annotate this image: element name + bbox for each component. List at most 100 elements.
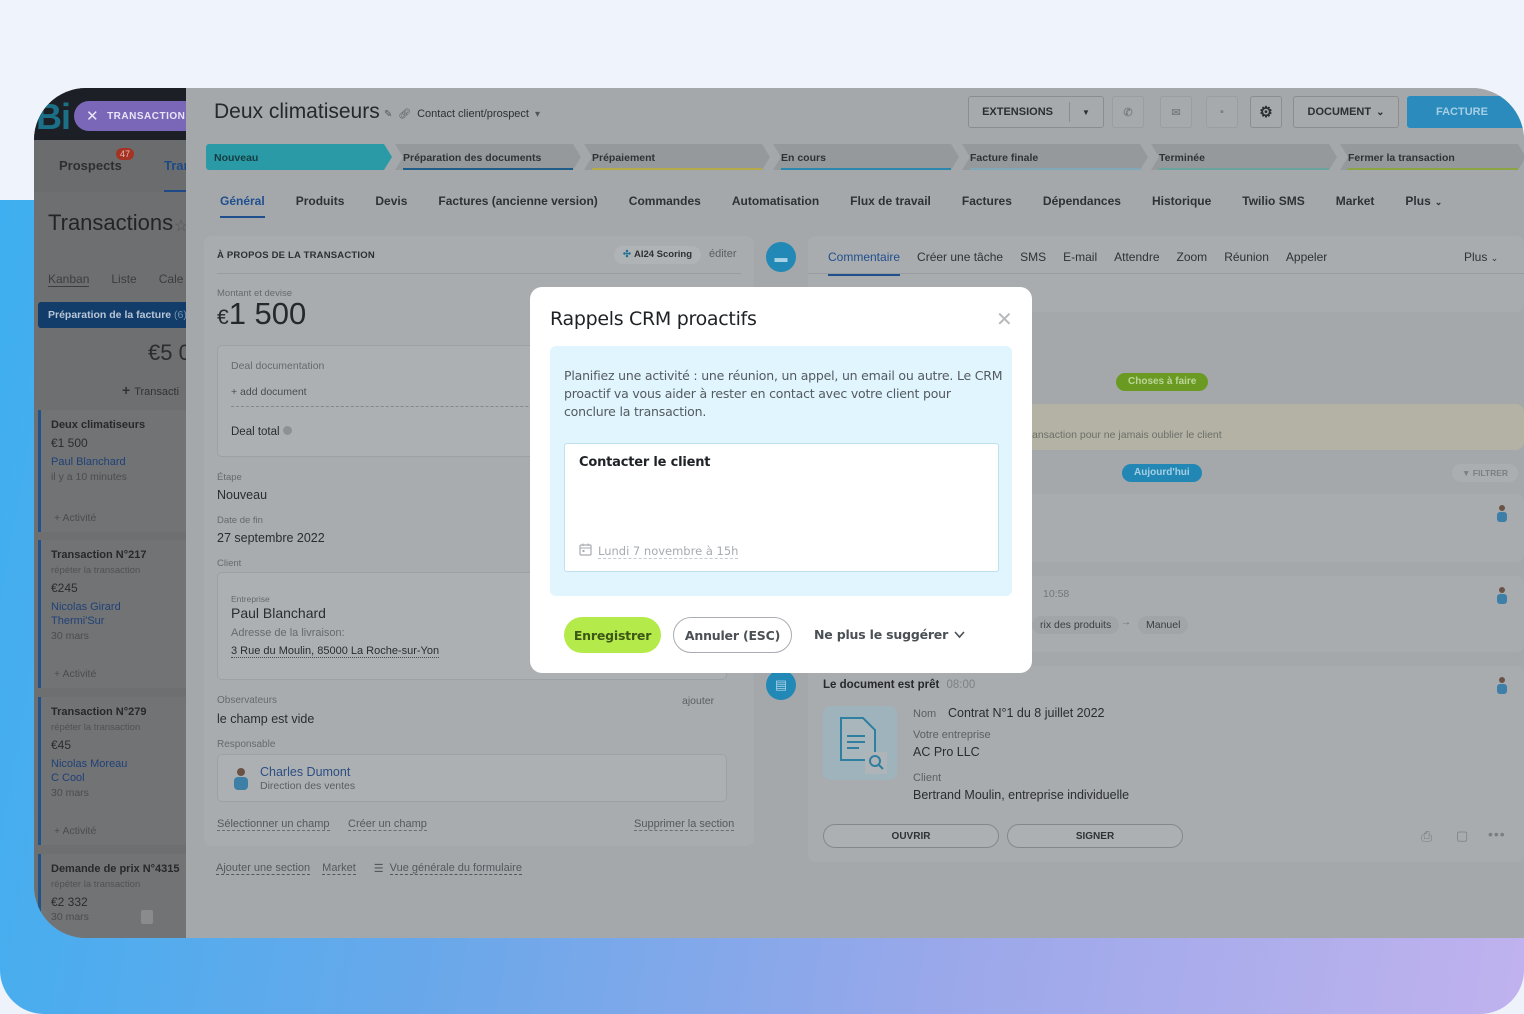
- tab-historique[interactable]: Historique: [1152, 194, 1211, 208]
- card-activity[interactable]: + Activité: [54, 668, 96, 680]
- more-icon[interactable]: •••: [1488, 826, 1506, 842]
- activity-tab[interactable]: Commentaire: [828, 250, 901, 276]
- market-link[interactable]: Market: [322, 862, 356, 875]
- document-button[interactable]: DOCUMENT ⌄: [1293, 96, 1399, 128]
- card-title[interactable]: Deux climatiseurs: [51, 419, 178, 431]
- add-transaction-button[interactable]: + Transacti: [122, 382, 179, 398]
- card-contact[interactable]: Nicolas Moreau: [51, 757, 178, 771]
- chat-icon[interactable]: ▪: [1206, 96, 1238, 128]
- pencil-icon[interactable]: ✎: [384, 109, 392, 120]
- kanban-card[interactable]: Transaction N°279 répéter la transaction…: [38, 697, 188, 845]
- open-document-button[interactable]: OUVRIR: [823, 824, 999, 848]
- gear-icon[interactable]: ⚙: [1250, 96, 1282, 128]
- close-slider-button[interactable]: ✕ TRANSACTION: [74, 101, 204, 131]
- pipeline-stage[interactable]: Nouveau: [206, 144, 392, 170]
- card-company[interactable]: Thermi'Sur: [51, 614, 178, 628]
- activity-more-button[interactable]: Plus ⌄: [1464, 250, 1498, 264]
- end-date-value[interactable]: 27 septembre 2022: [217, 531, 325, 545]
- avatar[interactable]: [1496, 504, 1508, 527]
- delete-section-link[interactable]: Supprimer la section: [634, 818, 735, 831]
- card-activity[interactable]: + Activité: [54, 512, 96, 524]
- card-title[interactable]: Transaction N°217: [51, 549, 178, 561]
- deal-category[interactable]: ✎ 🔗︎ Contact client/prospect ▾: [384, 108, 540, 120]
- save-button[interactable]: Enregistrer: [564, 617, 661, 653]
- deadline-picker[interactable]: Lundi 7 novembre à 15h: [579, 543, 739, 559]
- activity-tab[interactable]: SMS: [1020, 250, 1046, 264]
- create-field-link[interactable]: Créer un champ: [348, 818, 427, 831]
- tab-flux-de-travail[interactable]: Flux de travail: [850, 194, 931, 208]
- view-list[interactable]: Liste: [111, 272, 136, 287]
- view-calendar[interactable]: Cale: [159, 272, 184, 287]
- form-overview-link[interactable]: Vue générale du formulaire: [389, 862, 522, 875]
- print-icon[interactable]: [141, 910, 153, 924]
- card-company[interactable]: C Cool: [51, 771, 178, 785]
- pipeline-stage[interactable]: Facture finale: [962, 144, 1148, 170]
- tab-market[interactable]: Market: [1336, 194, 1375, 208]
- link-icon[interactable]: 🔗︎: [398, 109, 411, 120]
- tab-factures[interactable]: Factures: [962, 194, 1012, 208]
- sign-document-button[interactable]: SIGNER: [1007, 824, 1183, 848]
- activity-input[interactable]: Contacter le client Lundi 7 novembre à 1…: [564, 443, 999, 572]
- invoice-button[interactable]: FACTURE ▼: [1407, 96, 1524, 128]
- select-field-link[interactable]: Sélectionner un champ: [217, 818, 330, 831]
- activity-tab[interactable]: Créer une tâche: [917, 250, 1003, 264]
- kanban-card[interactable]: Transaction N°217 répéter la transaction…: [38, 540, 188, 688]
- tab-commandes[interactable]: Commandes: [629, 194, 701, 208]
- activity-tab[interactable]: E-mail: [1063, 250, 1097, 264]
- card-title[interactable]: Demande de prix N°4315: [51, 863, 180, 875]
- responsible-name[interactable]: Charles Dumont: [260, 765, 350, 779]
- tab-g-n-ral[interactable]: Général: [220, 194, 265, 218]
- end-date-label: Date de fin: [217, 515, 263, 526]
- document-preview-icon[interactable]: [823, 706, 897, 780]
- activity-tab[interactable]: Réunion: [1224, 250, 1269, 264]
- cancel-button[interactable]: Annuler (ESC): [673, 617, 792, 653]
- dont-suggest-dropdown[interactable]: Ne plus le suggérer: [814, 627, 965, 642]
- ai-scoring-button[interactable]: ✣ AI24 Scoring: [614, 246, 702, 264]
- phone-icon[interactable]: ✆: [1112, 96, 1144, 128]
- tab-automatisation[interactable]: Automatisation: [732, 194, 819, 208]
- tab-produits[interactable]: Produits: [296, 194, 345, 208]
- pipeline-stage[interactable]: Fermer la transaction: [1340, 144, 1524, 170]
- card-contact[interactable]: Nicolas Girard: [51, 600, 178, 614]
- pipeline-stage[interactable]: Prépaiement: [584, 144, 770, 170]
- pipeline-stage[interactable]: Terminée: [1151, 144, 1337, 170]
- edit-link[interactable]: éditer: [709, 248, 737, 260]
- deal-title[interactable]: Deux climatiseurs: [214, 100, 380, 124]
- avatar[interactable]: [1496, 586, 1508, 609]
- pipeline-stage[interactable]: Préparation des documents: [395, 144, 581, 170]
- tab-devis[interactable]: Devis: [375, 194, 407, 208]
- kanban-stage-header[interactable]: Préparation de la facture (6): [38, 302, 188, 328]
- tab-factures-ancienne-version-[interactable]: Factures (ancienne version): [438, 194, 597, 208]
- tab-prospects[interactable]: Prospects: [59, 158, 122, 173]
- avatar[interactable]: [231, 766, 251, 792]
- card-title[interactable]: Transaction N°279: [51, 706, 178, 718]
- card-contact[interactable]: Paul Blanchard: [51, 455, 178, 469]
- tab-d-pendances[interactable]: Dépendances: [1043, 194, 1121, 208]
- pipeline-stage[interactable]: En cours: [773, 144, 959, 170]
- filter-button[interactable]: ▼ FILTRER: [1452, 464, 1519, 482]
- mail-icon[interactable]: ✉: [1160, 96, 1192, 128]
- kanban-card[interactable]: Demande de prix N°4315 répéter la transa…: [38, 854, 188, 938]
- help-icon[interactable]: [282, 426, 292, 435]
- note-icon[interactable]: ▢: [1456, 828, 1468, 844]
- tab-plus[interactable]: Plus ⌄: [1405, 194, 1442, 208]
- amount-value[interactable]: €1 500: [217, 296, 306, 332]
- print-icon[interactable]: ⎙: [1421, 828, 1432, 845]
- activity-text[interactable]: Contacter le client: [579, 455, 710, 470]
- company-name[interactable]: Paul Blanchard: [231, 605, 326, 621]
- close-icon[interactable]: ✕: [996, 307, 1013, 332]
- add-observer-link[interactable]: ajouter: [682, 695, 714, 707]
- tab-twilio-sms[interactable]: Twilio SMS: [1242, 194, 1304, 208]
- kanban-card[interactable]: Deux climatiseurs €1 500 Paul Blanchard …: [38, 410, 188, 532]
- add-document-link[interactable]: + add document: [231, 386, 307, 398]
- view-kanban[interactable]: Kanban: [48, 272, 90, 287]
- extensions-button[interactable]: EXTENSIONS ▼: [968, 96, 1104, 128]
- address-link[interactable]: 3 Rue du Moulin, 85000 La Roche-sur-Yon: [231, 645, 440, 658]
- avatar[interactable]: [1496, 676, 1508, 699]
- add-section-link[interactable]: Ajouter une section: [216, 862, 311, 875]
- activity-tab[interactable]: Attendre: [1114, 250, 1159, 264]
- activity-tab[interactable]: Zoom: [1177, 250, 1208, 264]
- card-activity[interactable]: + Activité: [54, 825, 96, 837]
- stage-value[interactable]: Nouveau: [217, 488, 267, 502]
- activity-tab[interactable]: Appeler: [1286, 250, 1327, 264]
